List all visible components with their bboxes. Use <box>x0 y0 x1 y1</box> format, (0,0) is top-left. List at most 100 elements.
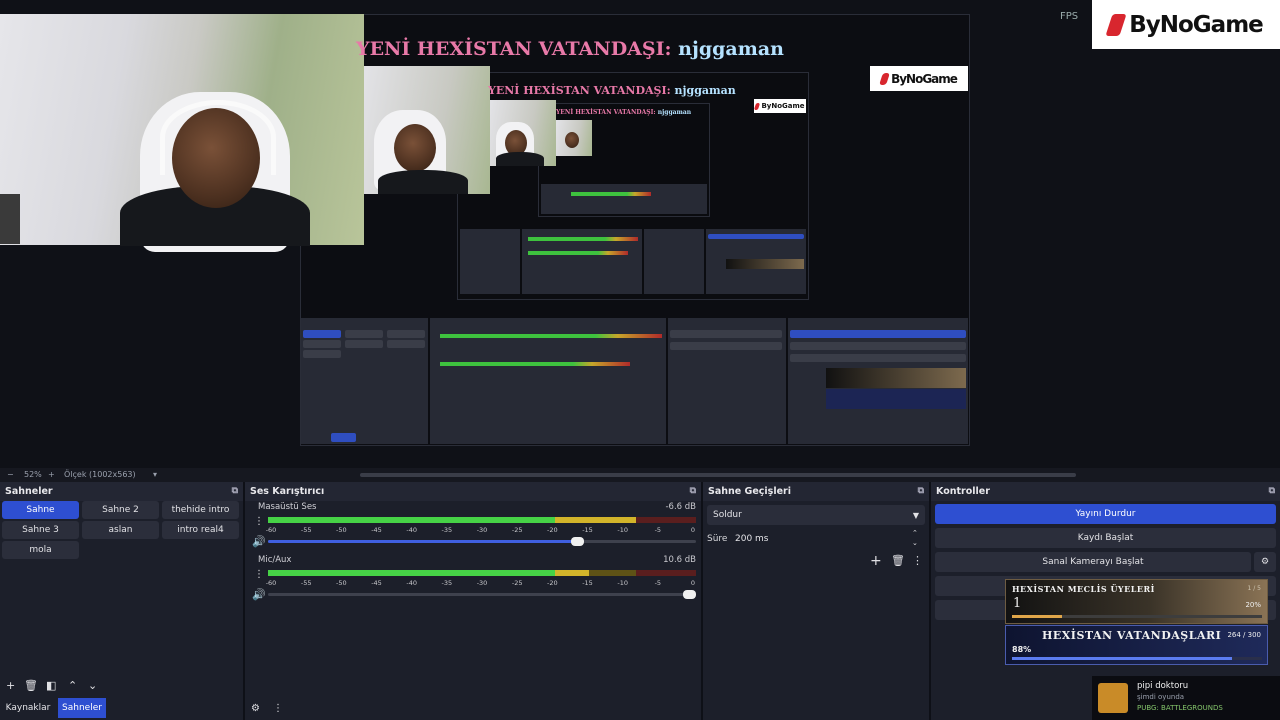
meter-ticks: -60 -55 -50 -45 -40 -35 -30 -25 -20 -15 -10 -5 0 <box>265 579 696 589</box>
widget-count: 264 / 300 <box>1227 631 1261 639</box>
meter-tick: -40 <box>406 579 417 587</box>
widget-progress <box>1012 657 1262 660</box>
channel-name: Mic/Aux <box>258 555 292 565</box>
virtual-camera-settings-icon[interactable]: ⚙ <box>1254 552 1276 572</box>
nested-webcam-1 <box>364 66 490 194</box>
scene-item-intro-real4[interactable]: intro real4 <box>162 521 239 539</box>
notif-user: pipi doktoru <box>1137 681 1189 691</box>
float-dock-icon[interactable]: ⧉ <box>918 482 924 501</box>
meter-tick: -35 <box>441 526 453 534</box>
meter-tick: -45 <box>371 526 382 534</box>
decrement-icon[interactable]: ⌄ <box>912 540 918 547</box>
start-virtual-camera-button[interactable]: Sanal Kamerayı Başlat <box>935 552 1251 572</box>
nested-transitions-dock <box>668 318 786 444</box>
widget-percent: 20% <box>1245 601 1261 609</box>
nested-scenes-dock <box>301 318 428 444</box>
channel-menu-icon[interactable]: ⋮ <box>254 517 264 527</box>
meter-tick: -5 <box>654 579 662 587</box>
meter-ticks: -60 -55 -50 -45 -40 -35 -30 -25 -20 -15 -10 -5 0 <box>265 526 696 536</box>
scene-item-aslan[interactable]: aslan <box>82 521 159 539</box>
float-dock-icon[interactable]: ⧉ <box>232 482 238 501</box>
move-down-icon[interactable]: ⌄ <box>88 680 97 691</box>
start-recording-button[interactable]: Kaydı Başlat <box>935 528 1276 548</box>
scene-item-sahne[interactable]: Sahne <box>2 501 79 519</box>
headset <box>160 100 276 175</box>
remove-scene-icon[interactable]: 🗑 <box>24 680 38 691</box>
meter-tick: -55 <box>300 579 312 587</box>
zoom-level: 52% <box>24 470 42 479</box>
add-scene-icon[interactable]: + <box>6 680 15 691</box>
volume-slider[interactable] <box>268 537 696 546</box>
scene-filters-icon[interactable]: ◧ <box>46 680 56 691</box>
preview-scrollbar[interactable] <box>360 473 1076 477</box>
meter-tick: -35 <box>441 579 453 587</box>
meter-tick: -15 <box>582 526 593 534</box>
brand-logo-nested: ByNoGame <box>870 66 968 91</box>
remove-transition-icon[interactable]: 🗑 <box>891 555 905 566</box>
transition-menu-icon[interactable]: ⋮ <box>912 555 923 566</box>
meter-tick: -60 <box>265 526 277 534</box>
meter-tick: -10 <box>617 526 628 534</box>
scale-label: Ölçek (1002x563) <box>64 470 136 479</box>
scene-item-sahne-2[interactable]: Sahne 2 <box>82 501 159 519</box>
widget-count: 1 / 5 <box>1247 585 1261 592</box>
brand-logo: ByNoGame <box>1092 0 1280 49</box>
zoom-out-button[interactable]: − <box>7 470 14 479</box>
brand-mark-icon <box>754 102 761 110</box>
increment-icon[interactable]: ⌃ <box>912 530 918 537</box>
nested-controls-dock <box>788 318 968 444</box>
tab-kaynaklar[interactable]: Kaynaklar <box>0 698 56 718</box>
channel-menu-icon[interactable]: ⋮ <box>254 570 264 580</box>
scene-item-mola[interactable]: mola <box>2 541 79 559</box>
add-transition-icon[interactable]: + <box>870 554 882 568</box>
meter-tick: -15 <box>582 579 593 587</box>
meter-tick: -40 <box>406 526 417 534</box>
scale-dropdown-icon[interactable]: ▾ <box>153 470 157 479</box>
volume-slider[interactable] <box>268 590 696 599</box>
meter-tick: -20 <box>547 579 558 587</box>
mixer-settings-icon[interactable]: ⚙ <box>251 704 260 714</box>
scene-item-sahne-3[interactable]: Sahne 3 <box>2 521 79 539</box>
float-dock-icon[interactable]: ⧉ <box>1269 482 1275 501</box>
meter-tick: -5 <box>654 526 662 534</box>
meter-tick: -30 <box>476 526 488 534</box>
widget-percent: 88% <box>1012 645 1032 654</box>
scene-transitions-dock: Sahne Geçişleri ⧉ Soldur ▼ Süre 200 ms ⌃ … <box>703 482 931 720</box>
mixer-dock-title: Ses Karıştırıcı ⧉ <box>245 482 701 501</box>
brand-mark-icon <box>1105 13 1127 36</box>
council-members-widget: HEXİSTAN MECLİS ÜYELERİ 1 / 5 1 20% <box>1005 579 1268 624</box>
meter-tick: -45 <box>371 579 382 587</box>
duration-input[interactable]: 200 ms <box>729 529 913 549</box>
move-up-icon[interactable]: ⌃ <box>68 680 77 691</box>
volume-icon[interactable]: 🔊 <box>252 589 266 600</box>
meter-tick: -20 <box>547 526 558 534</box>
brand-logo-nested-2: ByNoGame <box>754 99 806 113</box>
preview-zoom-bar: − 52% + Ölçek (1002x563) ▾ <box>0 468 1280 482</box>
fps-label: FPS <box>1060 11 1079 22</box>
channel-name: Masaüstü Ses <box>258 502 317 512</box>
meter-tick: -10 <box>617 579 628 587</box>
widget-title: HEXİSTAN MECLİS ÜYELERİ <box>1012 584 1155 594</box>
scene-item-thehide-intro[interactable]: thehide intro <box>162 501 239 519</box>
preview-canvas[interactable]: YENİ HEXİSTAN VATANDAŞI: njggaman YENİ H… <box>0 0 1280 468</box>
zoom-in-button[interactable]: + <box>48 470 55 479</box>
nested-webcam-3 <box>556 120 592 156</box>
duration-label: Süre <box>707 534 728 544</box>
widget-progress <box>1012 615 1262 618</box>
notif-game: PUBG: BATTLEGROUNDS <box>1137 704 1223 712</box>
stop-stream-button[interactable]: Yayını Durdur <box>935 504 1276 524</box>
nested-mixer-dock <box>430 318 666 444</box>
meter-tick: -25 <box>511 579 523 587</box>
meter-tick: -55 <box>300 526 312 534</box>
meter-tick: -60 <box>265 579 277 587</box>
float-dock-icon[interactable]: ⧉ <box>690 482 696 501</box>
meter-tick: -50 <box>336 526 347 534</box>
tab-sahneler[interactable]: Sahneler <box>58 698 106 718</box>
mixer-menu-icon[interactable]: ⋮ <box>273 704 283 714</box>
follower-ticker: YENİ HEXİSTAN VATANDAŞI: njggaman <box>356 38 784 60</box>
transition-select[interactable]: Soldur ▼ <box>707 505 925 525</box>
brand-mark-icon <box>879 72 891 85</box>
meter-tick: -50 <box>336 579 347 587</box>
volume-icon[interactable]: 🔊 <box>252 536 266 547</box>
notif-status: şimdi oyunda <box>1137 693 1185 701</box>
